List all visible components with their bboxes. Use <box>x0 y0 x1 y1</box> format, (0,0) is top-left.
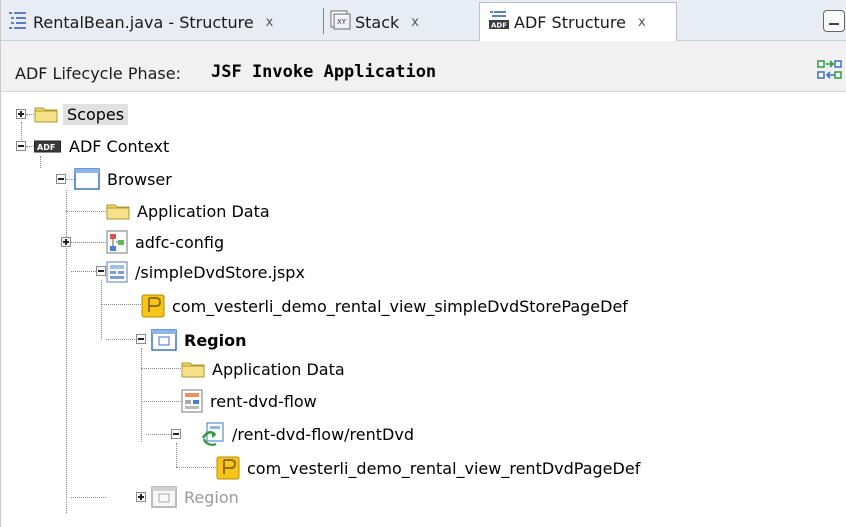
phase-value: JSF Invoke Application <box>211 62 437 82</box>
tree-item-label: Application Data <box>212 359 345 379</box>
expand-icon[interactable] <box>136 492 146 502</box>
tree-item-application-data[interactable]: Application Data <box>106 196 270 226</box>
page-definition-icon <box>216 456 240 480</box>
tree-item-task-flow[interactable]: rent-dvd-flow <box>181 386 317 416</box>
adf-icon: ADF <box>34 139 62 153</box>
tree-item-scopes[interactable]: Scopes <box>34 99 129 129</box>
tree-item-region-inactive[interactable]: Region <box>151 482 239 512</box>
tree-item-label: Region <box>184 330 247 350</box>
close-icon[interactable]: x <box>266 15 274 30</box>
svg-text:XY: XY <box>337 18 347 26</box>
tree-connector <box>176 443 177 467</box>
structure-icon <box>7 9 29 35</box>
folder-icon <box>106 202 130 220</box>
tree-item-jspx-page[interactable]: /simpleDvdStore.jspx <box>106 257 305 287</box>
stack-icon: XY <box>329 9 351 35</box>
adf-structure-window: RentalBean.java - Structure x XY Stack x <box>0 0 846 527</box>
tab-label: RentalBean.java - Structure <box>33 12 254 32</box>
phase-label: ADF Lifecycle Phase: <box>15 64 181 83</box>
close-icon[interactable]: x <box>411 15 419 30</box>
tree-item-label: Scopes <box>63 103 129 125</box>
collapse-icon[interactable] <box>171 429 181 439</box>
tree-item-label: rent-dvd-flow <box>210 391 317 411</box>
tree-connector <box>71 497 106 498</box>
tree-connector <box>26 146 34 147</box>
tree-item-adf-context[interactable]: ADF ADF Context <box>34 131 169 161</box>
tree-item-region[interactable]: Region <box>151 325 247 355</box>
folder-icon <box>181 360 205 378</box>
tree-item-label: adfc-config <box>135 232 225 252</box>
tree-connector <box>71 242 106 243</box>
expand-icon[interactable] <box>61 237 71 247</box>
collapse-icon[interactable] <box>96 266 106 276</box>
collapse-icon[interactable] <box>56 174 66 184</box>
tree-connector <box>26 114 34 115</box>
folder-icon <box>34 105 58 123</box>
expand-icon[interactable] <box>16 109 26 119</box>
task-flow-icon <box>181 389 203 413</box>
sync-icon[interactable] <box>817 59 846 85</box>
tab-label: ADF Structure <box>514 12 626 32</box>
tab-rentalbean-structure[interactable]: RentalBean.java - Structure x <box>7 4 273 40</box>
tree-item-label: Browser <box>107 169 172 189</box>
adf-structure-icon: ADF <box>488 9 510 35</box>
region-icon <box>151 486 177 508</box>
collapse-icon[interactable] <box>136 334 146 344</box>
svg-text:ADF: ADF <box>491 22 507 30</box>
tree-connector <box>141 401 181 402</box>
region-icon <box>151 329 177 351</box>
tree-item-label: Application Data <box>137 201 270 221</box>
view-activity-icon <box>201 422 225 446</box>
tree-item-label: /simpleDvdStore.jspx <box>135 262 305 282</box>
tree-item-activity-page-definition[interactable]: com_vesterli_demo_rental_view_rentDvdPag… <box>216 453 640 483</box>
tree-connector <box>66 211 106 212</box>
tree-connector <box>66 179 74 180</box>
tab-separator <box>323 8 324 34</box>
tree-item-task-flow-activity[interactable]: /rent-dvd-flow/rentDvd <box>201 419 414 449</box>
page-definition-icon <box>141 294 165 318</box>
tree-item-browser[interactable]: Browser <box>74 164 172 194</box>
tree-item-region-application-data[interactable]: Application Data <box>181 354 345 384</box>
minimize-panel-button[interactable] <box>823 10 845 32</box>
svg-text:ADF: ADF <box>37 143 55 152</box>
tree-item-label: com_vesterli_demo_rental_view_rentDvdPag… <box>247 458 641 478</box>
close-icon[interactable]: x <box>638 15 646 30</box>
browser-window-icon <box>74 168 100 190</box>
tree-connector <box>101 280 102 339</box>
tab-adf-structure[interactable]: ADF ADF Structure x <box>479 2 677 41</box>
tab-label: Stack <box>355 12 400 32</box>
tab-stack[interactable]: XY Stack x <box>329 4 419 40</box>
tree-item-page-definition[interactable]: com_vesterli_demo_rental_view_simpleDvdS… <box>141 291 628 321</box>
adf-structure-tree: Scopes ADF ADF Context Browser Applicati… <box>1 92 846 527</box>
tree-item-label: ADF Context <box>69 136 170 156</box>
tree-item-label: com_vesterli_demo_rental_view_simpleDvdS… <box>172 296 628 316</box>
tree-connector <box>101 304 141 305</box>
tree-item-adfc-config[interactable]: adfc-config <box>106 227 224 257</box>
collapse-icon[interactable] <box>16 141 26 151</box>
jspx-page-icon <box>106 261 128 283</box>
tree-connector <box>141 368 181 369</box>
tree-item-label: Region <box>184 487 239 507</box>
tab-bar: RentalBean.java - Structure x XY Stack x <box>1 0 846 41</box>
tree-connector <box>176 467 216 468</box>
task-flow-config-icon <box>106 230 128 254</box>
tree-connector <box>141 348 142 442</box>
tree-item-label: /rent-dvd-flow/rentDvd <box>232 424 414 444</box>
